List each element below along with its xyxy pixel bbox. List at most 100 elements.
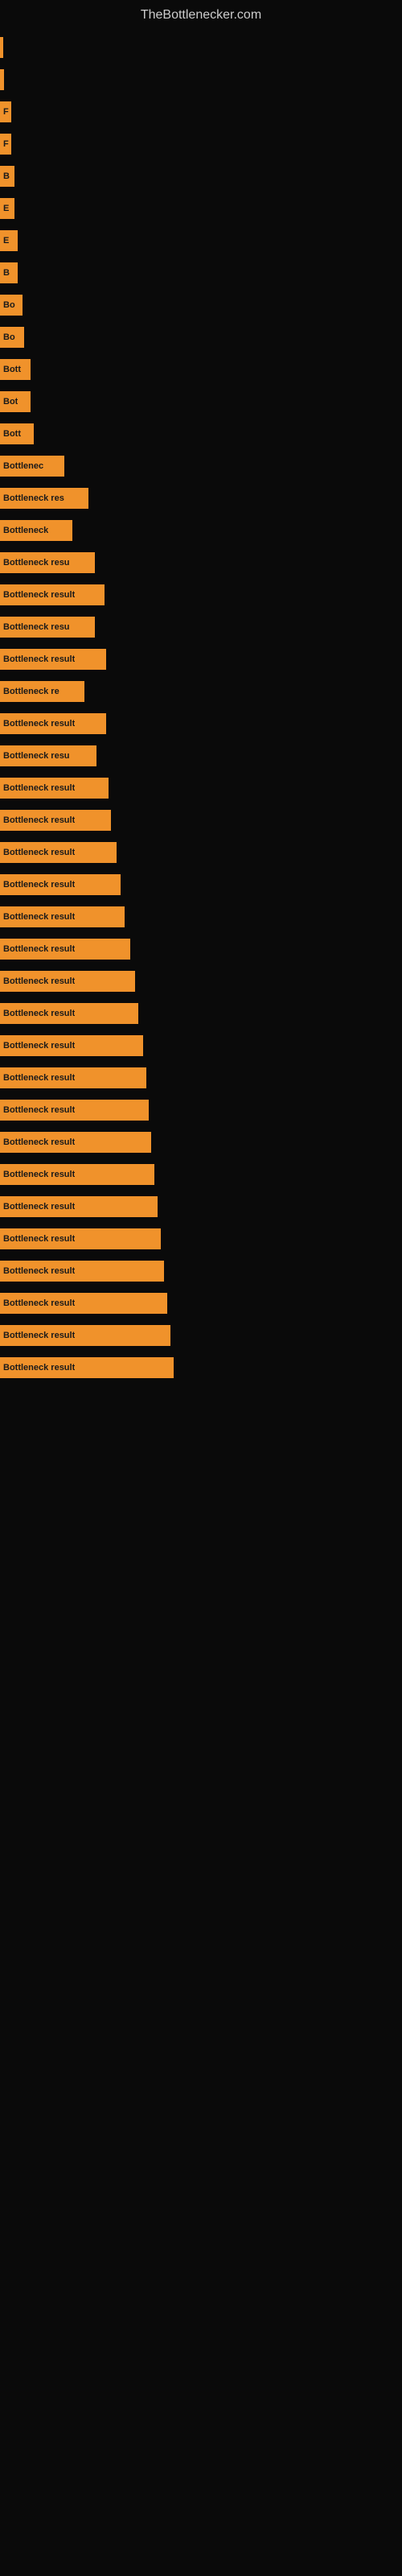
bar-row: F: [0, 99, 402, 125]
bar: Bottleneck result: [0, 713, 106, 734]
bar-row: Bottleneck result: [0, 1065, 402, 1091]
bar: F: [0, 134, 11, 155]
bar-row: Bottleneck result: [0, 775, 402, 801]
bar-label: Bottleneck result: [3, 1009, 75, 1018]
bars-container: F F B E E B Bo Bo Bott Bot Bott Bottlenec Bottleneck…: [0, 27, 402, 1395]
bar-label: Bottlenec: [3, 461, 43, 471]
bar-row: Bottleneck result: [0, 936, 402, 962]
bar: [0, 37, 3, 58]
bar-label: Bottleneck resu: [3, 751, 70, 761]
bar-row: B: [0, 163, 402, 189]
bar: Bot: [0, 391, 31, 412]
bar-label: Bottleneck result: [3, 880, 75, 890]
bar-row: Bottleneck result: [0, 1097, 402, 1123]
bar-label: Bottleneck result: [3, 815, 75, 825]
bar: Bottleneck resu: [0, 745, 96, 766]
bar: Bottleneck res: [0, 488, 88, 509]
bar-row: Bottleneck result: [0, 1129, 402, 1155]
bar: E: [0, 230, 18, 251]
bar-row: Bottleneck result: [0, 840, 402, 865]
bar: Bo: [0, 295, 23, 316]
bar-label: Bottleneck resu: [3, 622, 70, 632]
bar: Bottleneck result: [0, 1003, 138, 1024]
bar-row: Bo: [0, 324, 402, 350]
bar: Bottleneck result: [0, 778, 109, 799]
bar-row: Bottleneck result: [0, 872, 402, 898]
bar-label: F: [3, 107, 9, 117]
bar-row: Bott: [0, 421, 402, 447]
bar-label: Bottleneck re: [3, 687, 59, 696]
bar: Bottlenec: [0, 456, 64, 477]
bar: Bottleneck result: [0, 1293, 167, 1314]
bar-row: Bottleneck result: [0, 968, 402, 994]
bar-row: Bottleneck resu: [0, 614, 402, 640]
bar-row: Bot: [0, 389, 402, 415]
bar-label: Bott: [3, 365, 21, 374]
bar: Bottleneck result: [0, 649, 106, 670]
bar-row: Bottleneck result: [0, 1162, 402, 1187]
bar-label: Bottleneck result: [3, 1363, 75, 1373]
bar: Bottleneck result: [0, 842, 117, 863]
bar-label: B: [3, 171, 10, 181]
bar: Bottleneck result: [0, 1357, 174, 1378]
bar-row: Bottleneck result: [0, 711, 402, 737]
bar: Bottleneck result: [0, 1132, 151, 1153]
bar-label: Bottleneck result: [3, 1105, 75, 1115]
bar-row: Bottleneck result: [0, 1226, 402, 1252]
bar: Bottleneck: [0, 520, 72, 541]
bar-row: Bottleneck result: [0, 1290, 402, 1316]
bar-row: [0, 67, 402, 93]
site-title: TheBottlenecker.com: [0, 0, 402, 27]
bar: Bottleneck result: [0, 584, 105, 605]
bar-label: Bottleneck: [3, 526, 48, 535]
bar-label: Bottleneck res: [3, 493, 64, 503]
bar-label: Bo: [3, 300, 15, 310]
bar-label: Bott: [3, 429, 21, 439]
bar: Bott: [0, 423, 34, 444]
bar-row: Bottleneck res: [0, 485, 402, 511]
bar-row: Bottleneck: [0, 518, 402, 543]
bar: Bottleneck resu: [0, 617, 95, 638]
bar-label: Bottleneck result: [3, 1298, 75, 1308]
bar: Bottleneck result: [0, 1261, 164, 1282]
bar-label: Bottleneck result: [3, 1041, 75, 1051]
bar: Bottleneck result: [0, 1196, 158, 1217]
bar: [0, 69, 4, 90]
bar-label: Bottleneck result: [3, 1202, 75, 1212]
bar: Bottleneck result: [0, 1164, 154, 1185]
bar-row: Bottleneck result: [0, 1258, 402, 1284]
bar-label: Bottleneck result: [3, 1331, 75, 1340]
bar: Bottleneck result: [0, 971, 135, 992]
bar-row: Bottleneck result: [0, 1194, 402, 1220]
bar-row: Bottleneck result: [0, 582, 402, 608]
bar-label: Bottleneck result: [3, 719, 75, 729]
bar-row: B: [0, 260, 402, 286]
bar: Bottleneck result: [0, 1035, 143, 1056]
bar: Bottleneck result: [0, 1228, 161, 1249]
bar-label: E: [3, 236, 9, 246]
bar-label: Bottleneck result: [3, 976, 75, 986]
bar-label: Bo: [3, 332, 15, 342]
bar: E: [0, 198, 14, 219]
bar-row: Bottleneck re: [0, 679, 402, 704]
bar: Bottleneck result: [0, 810, 111, 831]
bar: Bottleneck result: [0, 1100, 149, 1121]
bar-label: B: [3, 268, 10, 278]
bar: Bottleneck re: [0, 681, 84, 702]
bar-label: Bottleneck result: [3, 654, 75, 664]
bar-label: Bottleneck resu: [3, 558, 70, 568]
bar: B: [0, 166, 14, 187]
bar: Bottleneck resu: [0, 552, 95, 573]
bar-label: Bottleneck result: [3, 1137, 75, 1147]
bar-label: Bottleneck result: [3, 912, 75, 922]
bar-row: Bottlenec: [0, 453, 402, 479]
bar-label: Bottleneck result: [3, 848, 75, 857]
bar-label: Bottleneck result: [3, 590, 75, 600]
bar-label: Bottleneck result: [3, 1073, 75, 1083]
bar-label: Bottleneck result: [3, 1234, 75, 1244]
bar-label: E: [3, 204, 9, 213]
bar-label: Bottleneck result: [3, 1170, 75, 1179]
bar-label: Bottleneck result: [3, 1266, 75, 1276]
bar: F: [0, 101, 11, 122]
bar-label: Bot: [3, 397, 18, 407]
